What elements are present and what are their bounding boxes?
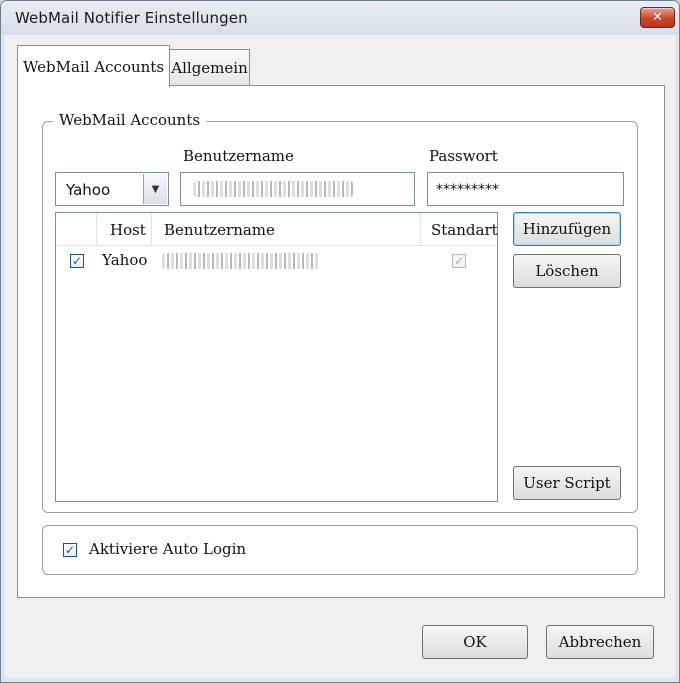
- dialog-client-area: WebMail Accounts Allgemein WebMail Accou…: [5, 35, 675, 678]
- column-header-host[interactable]: Host: [110, 221, 146, 239]
- row-username-redacted: [162, 253, 320, 269]
- ok-button[interactable]: OK: [422, 625, 528, 659]
- column-header-username[interactable]: Benutzername: [164, 221, 275, 239]
- tab-panel: WebMail Accounts Benutzername Passwort Y…: [17, 85, 665, 598]
- username-input[interactable]: [180, 172, 415, 206]
- delete-button[interactable]: Löschen: [513, 254, 621, 288]
- password-input[interactable]: *********: [427, 172, 624, 206]
- password-value: *********: [436, 182, 499, 198]
- accounts-groupbox: WebMail Accounts Benutzername Passwort Y…: [42, 111, 638, 513]
- row-enabled-checkbox[interactable]: ✓: [70, 254, 84, 268]
- auto-login-checkbox[interactable]: ✓: [63, 543, 77, 557]
- auto-login-groupbox: ✓ Aktiviere Auto Login: [42, 525, 638, 575]
- title-bar[interactable]: WebMail Notifier Einstellungen ✕: [1, 1, 679, 35]
- username-label: Benutzername: [183, 147, 294, 165]
- check-icon: ✓: [71, 254, 83, 268]
- host-select-value: Yahoo: [66, 181, 111, 199]
- chevron-down-icon[interactable]: ▼: [143, 174, 167, 204]
- settings-window: WebMail Notifier Einstellungen ✕ WebMail…: [0, 0, 680, 683]
- check-icon: ✓: [453, 254, 465, 268]
- column-header-standart[interactable]: Standart: [431, 221, 498, 239]
- host-select[interactable]: Yahoo ▼: [55, 172, 169, 206]
- check-icon: ✓: [64, 543, 76, 557]
- row-host: Yahoo: [102, 251, 148, 269]
- table-row[interactable]: ✓ Yahoo ✓: [56, 245, 497, 273]
- auto-login-label[interactable]: Aktiviere Auto Login: [89, 540, 246, 558]
- user-script-button[interactable]: User Script: [513, 466, 621, 500]
- accounts-group-legend: WebMail Accounts: [53, 111, 207, 129]
- tab-allgemein[interactable]: Allgemein: [169, 49, 250, 85]
- tab-webmail-accounts[interactable]: WebMail Accounts: [17, 45, 170, 87]
- add-button[interactable]: Hinzufügen: [513, 212, 621, 246]
- close-icon: ✕: [652, 10, 663, 25]
- cancel-button[interactable]: Abbrechen: [546, 625, 654, 659]
- username-redacted: [193, 181, 353, 197]
- close-button[interactable]: ✕: [640, 7, 675, 28]
- accounts-list-header: Host Benutzername Standart: [56, 213, 498, 246]
- accounts-list[interactable]: Host Benutzername Standart ✓ Yahoo ✓: [55, 212, 498, 502]
- row-default-checkbox: ✓: [452, 254, 466, 268]
- window-title: WebMail Notifier Einstellungen: [15, 9, 248, 27]
- password-label: Passwort: [429, 147, 498, 165]
